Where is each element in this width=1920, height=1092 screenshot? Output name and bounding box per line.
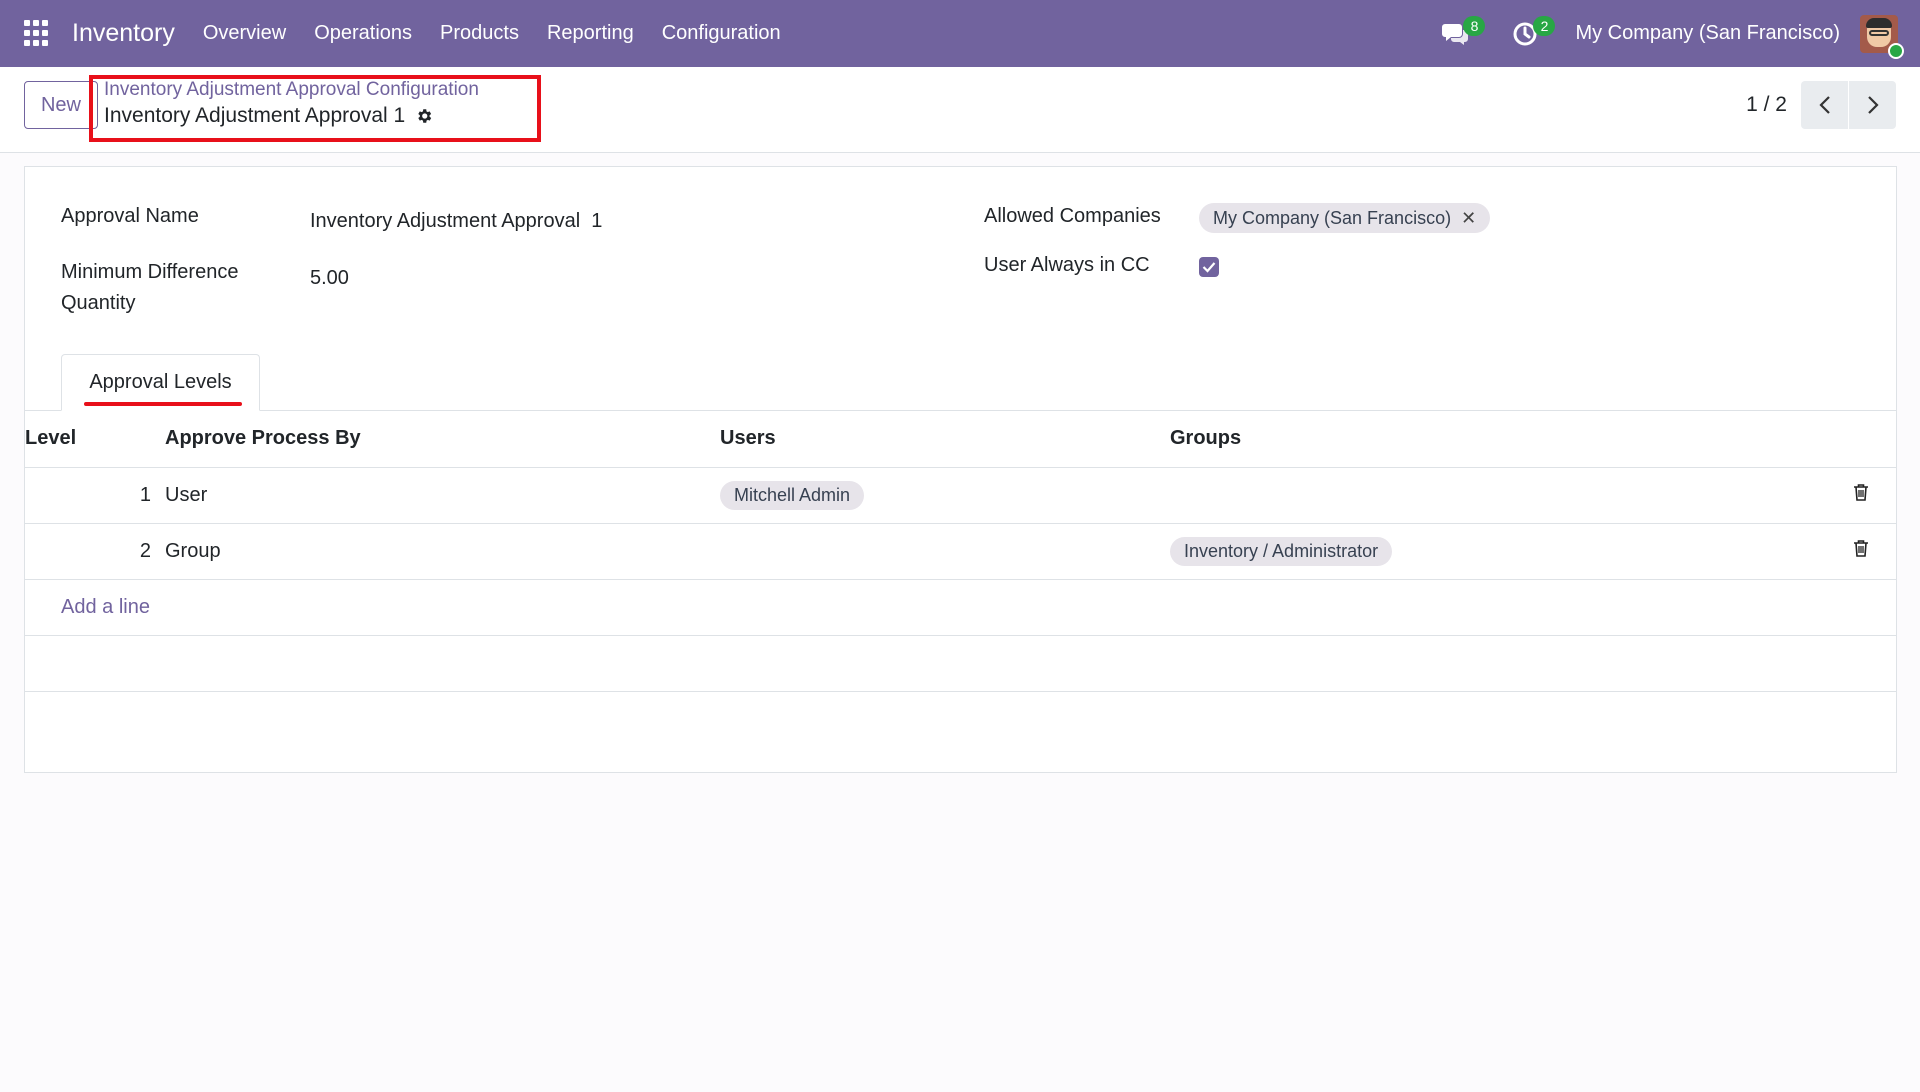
- form-sheet: Approval Name Inventory Adjustment Appro…: [24, 166, 1897, 773]
- pager-previous-button[interactable]: [1801, 81, 1848, 129]
- cell-users[interactable]: Mitchell Admin: [720, 467, 1170, 524]
- new-button[interactable]: New: [24, 81, 98, 129]
- breadcrumb-parent-link[interactable]: Inventory Adjustment Approval Configurat…: [104, 79, 479, 101]
- user-always-in-cc-checkbox[interactable]: [1199, 257, 1219, 277]
- trash-icon[interactable]: [1853, 539, 1869, 557]
- messages-badge: 8: [1463, 15, 1486, 36]
- activities-badge: 2: [1533, 15, 1556, 36]
- min-diff-label-line1: Minimum Difference: [61, 261, 239, 283]
- online-status-dot: [1888, 42, 1904, 59]
- add-a-line-link[interactable]: Add a line: [25, 579, 1896, 636]
- control-panel: New Inventory Adjustment Approval Config…: [0, 67, 1920, 153]
- table-row[interactable]: 1 User Mitchell Admin: [25, 467, 1896, 524]
- table-header-row: Level Approve Process By Users Groups: [25, 411, 1896, 468]
- check-icon: [1202, 262, 1216, 273]
- column-header-process[interactable]: Approve Process By: [165, 411, 720, 468]
- trash-icon[interactable]: [1853, 483, 1869, 501]
- approval-name-field[interactable]: Inventory Adjustment Approval 1: [310, 210, 602, 233]
- cell-delete: [1826, 467, 1896, 524]
- activities-button[interactable]: 2: [1505, 14, 1556, 54]
- empty-row: [25, 635, 1896, 692]
- approval-name-label: Approval Name: [61, 205, 199, 227]
- apps-grid-icon[interactable]: [24, 19, 52, 48]
- group-tag: Inventory / Administrator: [1170, 536, 1393, 566]
- menu-products[interactable]: Products: [440, 22, 519, 45]
- menu-configuration[interactable]: Configuration: [662, 22, 781, 45]
- cell-level[interactable]: 2: [25, 523, 165, 580]
- messages-button[interactable]: 8: [1435, 14, 1486, 54]
- empty-cell: [25, 635, 1896, 692]
- chevron-right-icon: [1867, 96, 1879, 114]
- top-navbar: Inventory Overview Operations Products R…: [0, 0, 1920, 67]
- cell-process[interactable]: User: [165, 467, 720, 524]
- column-header-delete: [1826, 411, 1896, 468]
- pager-value[interactable]: 1 / 2: [1746, 93, 1787, 117]
- company-switcher[interactable]: My Company (San Francisco): [1575, 22, 1840, 45]
- gear-icon[interactable]: [415, 107, 433, 125]
- pager-next-button[interactable]: [1849, 81, 1896, 129]
- column-header-level[interactable]: Level: [25, 411, 165, 468]
- min-diff-quantity-field[interactable]: 5.00: [310, 267, 349, 290]
- allowed-company-tag-label: My Company (San Francisco): [1213, 207, 1452, 228]
- breadcrumb-current: Inventory Adjustment Approval 1: [104, 104, 433, 128]
- add-line-row: Add a line: [25, 579, 1896, 636]
- pager: 1 / 2: [1746, 81, 1896, 129]
- cell-delete: [1826, 523, 1896, 580]
- column-header-groups[interactable]: Groups: [1170, 411, 1826, 468]
- allowed-companies-label: Allowed Companies: [984, 205, 1161, 227]
- table-row[interactable]: 2 Group Inventory / Administrator: [25, 523, 1896, 580]
- column-header-users[interactable]: Users: [720, 411, 1170, 468]
- cell-users[interactable]: [720, 523, 1170, 580]
- user-tag: Mitchell Admin: [720, 480, 865, 510]
- user-avatar[interactable]: [1860, 14, 1904, 59]
- cell-level[interactable]: 1: [25, 467, 165, 524]
- menu-operations[interactable]: Operations: [314, 22, 412, 45]
- record-title: Inventory Adjustment Approval 1: [104, 104, 406, 127]
- cell-process[interactable]: Group: [165, 523, 720, 580]
- tab-annotation-underline: [84, 402, 242, 406]
- menu-overview[interactable]: Overview: [203, 22, 286, 45]
- user-always-in-cc-label: User Always in CC: [984, 254, 1150, 276]
- chevron-left-icon: [1818, 96, 1830, 114]
- menu-reporting[interactable]: Reporting: [547, 22, 634, 45]
- cell-groups[interactable]: [1170, 467, 1826, 524]
- approval-levels-table: Level Approve Process By Users Groups 1 …: [25, 411, 1896, 692]
- min-diff-label-line2: Quantity: [61, 292, 136, 314]
- app-brand[interactable]: Inventory: [72, 19, 175, 48]
- allowed-company-tag[interactable]: My Company (San Francisco) ✕: [1199, 203, 1491, 233]
- cell-groups[interactable]: Inventory / Administrator: [1170, 523, 1826, 580]
- remove-tag-close-icon[interactable]: ✕: [1461, 208, 1476, 229]
